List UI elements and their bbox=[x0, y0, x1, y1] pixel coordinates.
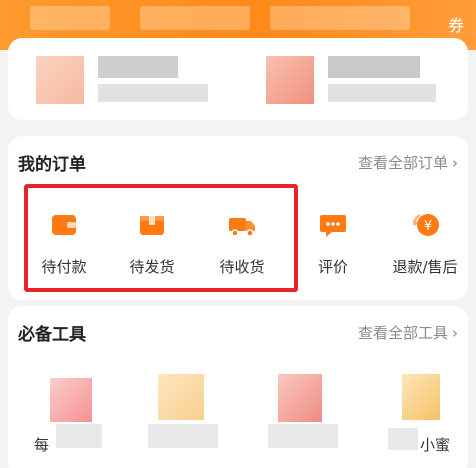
order-refund-aftersale[interactable]: ¥ 退款/售后 bbox=[385, 210, 465, 277]
tool-label: 每 bbox=[34, 436, 50, 454]
tool-item[interactable]: 每 bbox=[34, 370, 114, 468]
blurred-avatar[interactable] bbox=[36, 56, 84, 104]
comment-icon bbox=[318, 210, 348, 240]
tool-item[interactable] bbox=[148, 370, 228, 468]
blurred-avatar[interactable] bbox=[266, 56, 314, 104]
order-item-label: 评价 bbox=[317, 258, 348, 276]
blurred-text bbox=[148, 424, 218, 448]
view-all-tools-label: 查看全部工具 bbox=[357, 324, 448, 342]
profile-card bbox=[8, 38, 468, 120]
tool-item[interactable]: 小蜜 bbox=[388, 370, 468, 468]
blurred-text bbox=[328, 56, 420, 78]
blurred-text bbox=[56, 424, 102, 448]
orders-title: 我的订单 bbox=[18, 155, 86, 175]
blurred-banner-text bbox=[30, 6, 110, 30]
highlight-annotation-box bbox=[24, 184, 298, 292]
blurred-text bbox=[268, 424, 338, 448]
order-review[interactable]: 评价 bbox=[297, 210, 369, 277]
tool-item[interactable] bbox=[268, 370, 348, 468]
chevron-right-icon: › bbox=[452, 154, 458, 172]
order-item-label: 退款/售后 bbox=[392, 258, 458, 276]
refund-icon: ¥ bbox=[410, 210, 440, 240]
view-all-tools-link[interactable]: 查看全部工具 › bbox=[358, 322, 458, 343]
tools-title: 必备工具 bbox=[18, 325, 86, 345]
blurred-text bbox=[388, 428, 418, 450]
chevron-right-icon: › bbox=[452, 324, 458, 342]
blurred-tool-icon bbox=[278, 374, 322, 422]
svg-text:¥: ¥ bbox=[424, 219, 432, 234]
blurred-text bbox=[98, 84, 208, 102]
view-all-orders-label: 查看全部订单 bbox=[357, 154, 448, 172]
blurred-text bbox=[328, 84, 436, 102]
banner-coupon-text[interactable]: 券 bbox=[448, 12, 464, 36]
blurred-tool-icon bbox=[158, 374, 204, 420]
blurred-banner-text bbox=[140, 6, 250, 30]
blurred-banner-text bbox=[270, 6, 410, 30]
view-all-orders-link[interactable]: 查看全部订单 › bbox=[358, 152, 458, 173]
blurred-tool-icon bbox=[402, 374, 440, 420]
blurred-tool-icon bbox=[50, 378, 92, 422]
blurred-text bbox=[98, 56, 178, 78]
tool-label: 小蜜 bbox=[420, 436, 451, 454]
